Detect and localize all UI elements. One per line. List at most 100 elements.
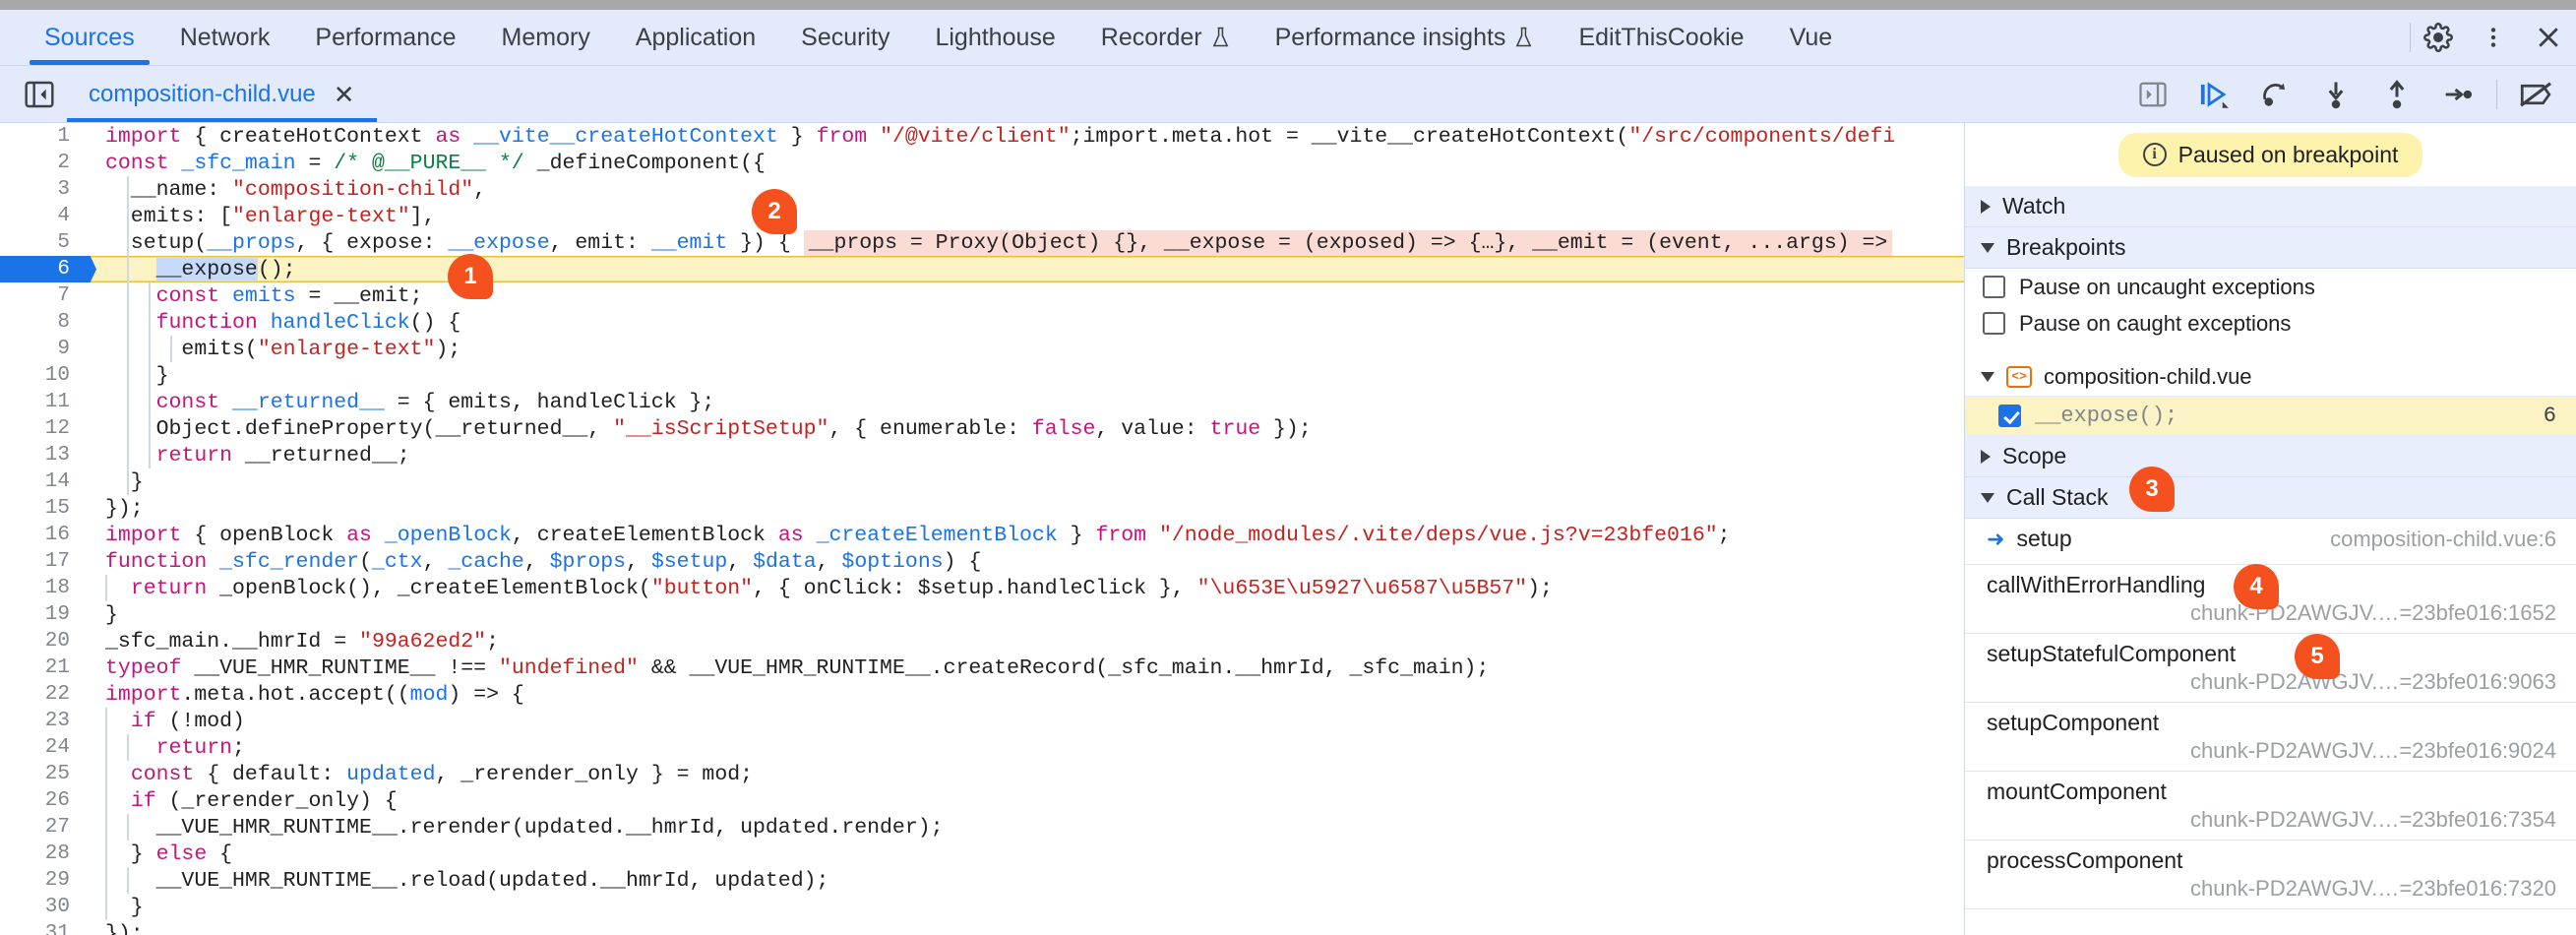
- code-line[interactable]: 25 const { default: updated, _rerender_o…: [0, 761, 1964, 787]
- close-devtools-icon[interactable]: [2521, 10, 2576, 65]
- code-editor[interactable]: 1import { createHotContext as __vite__cr…: [0, 123, 1964, 935]
- code-line[interactable]: 12 Object.defineProperty(__returned__, "…: [0, 415, 1964, 442]
- line-number[interactable]: 28: [0, 841, 84, 867]
- tab-lighthouse[interactable]: Lighthouse: [912, 10, 1077, 65]
- line-number[interactable]: 31: [0, 920, 84, 935]
- call-stack-frame[interactable]: processComponentchunk-PD2AWGJV.…=23bfe01…: [1965, 841, 2576, 909]
- line-number[interactable]: 23: [0, 708, 84, 734]
- call-stack-frame[interactable]: mountComponentchunk-PD2AWGJV.…=23bfe016:…: [1965, 772, 2576, 841]
- code-line[interactable]: 23 if (!mod): [0, 708, 1964, 734]
- call-stack-frame[interactable]: ➜setupcomposition-child.vue:6: [1965, 519, 2576, 565]
- code-line[interactable]: 10 }: [0, 362, 1964, 389]
- line-number[interactable]: 1: [0, 123, 84, 150]
- tab-performance[interactable]: Performance: [292, 10, 478, 65]
- pause-on-caught-exceptions-row[interactable]: Pause on caught exceptions: [1965, 305, 2576, 342]
- deactivate-breakpoints-icon[interactable]: [2505, 66, 2566, 123]
- line-number[interactable]: 2: [0, 150, 84, 176]
- pause-uncaught-checkbox[interactable]: [1983, 276, 2005, 298]
- line-number[interactable]: 20: [0, 628, 84, 654]
- section-call-stack[interactable]: Call Stack: [1965, 477, 2576, 519]
- line-number[interactable]: 11: [0, 389, 84, 415]
- code-line[interactable]: 17function _sfc_render(_ctx, _cache, $pr…: [0, 548, 1964, 575]
- file-tab-composition-child[interactable]: composition-child.vue ✕: [67, 66, 377, 122]
- more-options-icon[interactable]: [2466, 10, 2521, 65]
- line-number[interactable]: 17: [0, 548, 84, 575]
- code-line[interactable]: 22import.meta.hot.accept((mod) => {: [0, 681, 1964, 708]
- code-line[interactable]: 16import { openBlock as _openBlock, crea…: [0, 522, 1964, 548]
- code-line[interactable]: 2const _sfc_main = /* @__PURE__ */ _defi…: [0, 150, 1964, 176]
- line-number[interactable]: 14: [0, 468, 84, 495]
- line-number[interactable]: 12: [0, 415, 84, 442]
- code-line[interactable]: 11 const __returned__ = { emits, handleC…: [0, 389, 1964, 415]
- line-number[interactable]: 5: [0, 229, 84, 256]
- line-number[interactable]: 19: [0, 601, 84, 628]
- line-number[interactable]: 27: [0, 814, 84, 841]
- call-stack-frame[interactable]: setupStatefulComponentchunk-PD2AWGJV.…=2…: [1965, 634, 2576, 703]
- line-number[interactable]: 6: [0, 256, 84, 282]
- line-number[interactable]: 30: [0, 894, 84, 920]
- step-into-next-function-call-icon[interactable]: [2305, 66, 2366, 123]
- line-number[interactable]: 8: [0, 309, 84, 336]
- settings-icon[interactable]: [2411, 10, 2466, 65]
- show-navigator-icon[interactable]: [12, 66, 67, 122]
- show-debugger-sidebar-icon[interactable]: [2122, 66, 2183, 123]
- code-line[interactable]: 30 }: [0, 894, 1964, 920]
- code-line[interactable]: 19}: [0, 601, 1964, 628]
- tab-performance-insights[interactable]: Performance insights: [1253, 10, 1557, 65]
- code-line[interactable]: 14 }: [0, 468, 1964, 495]
- tab-editthiscookie[interactable]: EditThisCookie: [1556, 10, 1766, 65]
- line-number[interactable]: 24: [0, 734, 84, 761]
- tab-security[interactable]: Security: [778, 10, 912, 65]
- line-number[interactable]: 7: [0, 282, 84, 309]
- step-out-of-current-function-icon[interactable]: [2366, 66, 2427, 123]
- code-line[interactable]: 28 } else {: [0, 841, 1964, 867]
- section-scope[interactable]: Scope: [1965, 436, 2576, 477]
- close-icon[interactable]: ✕: [334, 82, 355, 107]
- breakpoint-enabled-checkbox[interactable]: [1998, 405, 2021, 427]
- code-line[interactable]: 27 __VUE_HMR_RUNTIME__.rerender(updated.…: [0, 814, 1964, 841]
- tab-vue[interactable]: Vue: [1767, 10, 1856, 65]
- code-line[interactable]: 9 emits("enlarge-text");: [0, 336, 1964, 362]
- code-line[interactable]: 15});: [0, 495, 1964, 522]
- section-breakpoints[interactable]: Breakpoints: [1965, 227, 2576, 269]
- pause-caught-checkbox[interactable]: [1983, 312, 2005, 335]
- section-watch[interactable]: Watch: [1965, 186, 2576, 227]
- line-number[interactable]: 4: [0, 203, 84, 229]
- code-line[interactable]: 21typeof __VUE_HMR_RUNTIME__ !== "undefi…: [0, 654, 1964, 681]
- code-line[interactable]: 26 if (_rerender_only) {: [0, 787, 1964, 814]
- line-number[interactable]: 29: [0, 867, 84, 894]
- tab-sources[interactable]: Sources: [22, 10, 157, 65]
- line-number[interactable]: 16: [0, 522, 84, 548]
- code-line[interactable]: 31});: [0, 920, 1964, 935]
- line-number[interactable]: 21: [0, 654, 84, 681]
- code-line[interactable]: 4 emits: ["enlarge-text"],: [0, 203, 1964, 229]
- line-number[interactable]: 13: [0, 442, 84, 468]
- tab-memory[interactable]: Memory: [479, 10, 613, 65]
- tab-recorder[interactable]: Recorder: [1078, 10, 1253, 65]
- code-line[interactable]: 29 __VUE_HMR_RUNTIME__.reload(updated.__…: [0, 867, 1964, 894]
- pause-on-uncaught-exceptions-row[interactable]: Pause on uncaught exceptions: [1965, 269, 2576, 305]
- line-number[interactable]: 9: [0, 336, 84, 362]
- code-line[interactable]: 3 __name: "composition-child",: [0, 176, 1964, 203]
- code-line[interactable]: 5 setup(__props, { expose: __expose, emi…: [0, 229, 1964, 256]
- code-line[interactable]: 20_sfc_main.__hmrId = "99a62ed2";: [0, 628, 1964, 654]
- tab-network[interactable]: Network: [157, 10, 293, 65]
- code-line[interactable]: 1import { createHotContext as __vite__cr…: [0, 123, 1964, 150]
- step-icon[interactable]: [2427, 66, 2488, 123]
- line-number[interactable]: 22: [0, 681, 84, 708]
- line-number[interactable]: 18: [0, 575, 84, 601]
- code-line[interactable]: 8 function handleClick() {: [0, 309, 1964, 336]
- code-line[interactable]: 7 const emits = __emit;: [0, 282, 1964, 309]
- breakpoint-file-group[interactable]: <> composition-child.vue: [1965, 357, 2576, 397]
- code-line[interactable]: 24 return;: [0, 734, 1964, 761]
- line-number[interactable]: 10: [0, 362, 84, 389]
- resume-script-execution-icon[interactable]: [2183, 66, 2244, 123]
- line-number[interactable]: 25: [0, 761, 84, 787]
- call-stack-frame[interactable]: setupComponentchunk-PD2AWGJV.…=23bfe016:…: [1965, 703, 2576, 772]
- step-over-next-function-call-icon[interactable]: [2244, 66, 2305, 123]
- code-line[interactable]: 18 return _openBlock(), _createElementBl…: [0, 575, 1964, 601]
- code-line[interactable]: 6 __expose();: [0, 256, 1964, 282]
- code-line[interactable]: 13 return __returned__;: [0, 442, 1964, 468]
- breakpoint-entry[interactable]: __expose();6: [1965, 397, 2576, 436]
- line-number[interactable]: 26: [0, 787, 84, 814]
